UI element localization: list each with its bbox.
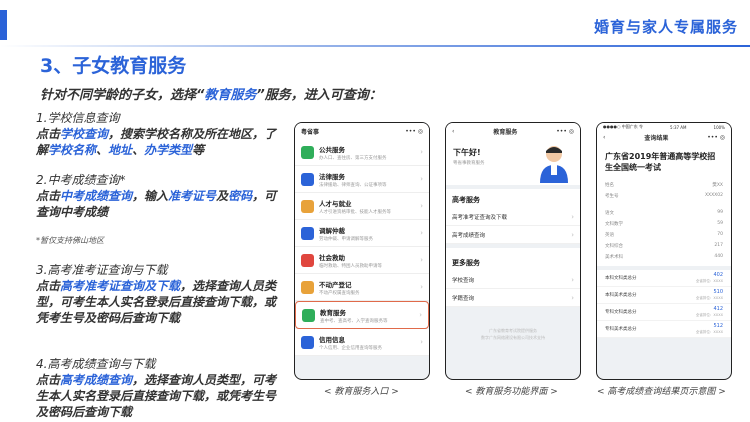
gaokao-section: 高考服务 高考准考证查询及下载 › 高考成绩查询 › <box>446 189 580 244</box>
caption-entry: < 教育服务入口 > <box>324 387 399 397</box>
service-item[interactable]: 不动产登记 不动产权属查询服务 › <box>295 274 429 301</box>
chevron-right-icon: › <box>420 256 423 264</box>
greeting-card: 下午好! 粤省事教育服务 <box>446 139 580 189</box>
more-icon[interactable]: ••• ◎ <box>707 134 725 141</box>
gaokao-score-link[interactable]: 高考成绩查询 › <box>446 226 580 244</box>
score-row: 英语 70 <box>597 229 731 240</box>
service-item[interactable]: 社会救助 临时救助、特困人员救助申请等 › <box>295 247 429 274</box>
total-score-row: 专科文科类总分 412 全省排位：XXXX <box>597 304 731 321</box>
score-details: 姓名 樊XX 考生号 XXXX02 语文 99 文科数学 59 英语 70 文科综合 217 美术术科 4… <box>597 179 731 266</box>
status-bar: ●●●●○ 中国广东 令 5:37 AM 100% <box>597 123 731 131</box>
avatar-illustration-icon <box>540 146 568 183</box>
score-row: 姓名 樊XX <box>597 179 731 190</box>
service-item[interactable]: 人才与就业 人才引进资格审批、技能人才服务等 › <box>295 193 429 220</box>
student-record-link[interactable]: 学籍查询 › <box>446 289 580 307</box>
gaokao-ticket-link[interactable]: 高考准考证查询及下载 › <box>446 208 580 226</box>
note-foshan: *暂仅支持佛山地区 <box>36 236 104 245</box>
header-accent-bar <box>0 10 7 40</box>
phone-education-services: ‹ 教育服务 ••• ◎ 下午好! 粤省事教育服务 高考服务 高考准考证查询及下… <box>445 122 581 380</box>
service-icon <box>301 172 314 186</box>
chevron-right-icon: › <box>420 202 423 210</box>
chevron-right-icon: › <box>571 275 574 284</box>
chevron-right-icon: › <box>419 311 422 319</box>
block-title: 3.高考准考证查询与下载 <box>36 263 168 277</box>
chevron-right-icon: › <box>420 148 423 156</box>
block-title: 4.高考成绩查询与下载 <box>36 357 156 371</box>
score-row: 美术术科 440 <box>597 251 731 262</box>
service-icon <box>301 199 314 213</box>
app-titlebar: 粤省事 ••• ◎ <box>295 123 429 139</box>
back-icon[interactable]: ‹ <box>452 128 454 135</box>
caption-result: < 高考成绩查询结果页示意图 > <box>597 387 726 397</box>
service-icon <box>301 280 314 294</box>
phone-education-entry: 粤省事 ••• ◎ 公共服务 办人口、查住房、第三方支付服务 › 法律服务 法律援助、律… <box>294 122 430 380</box>
service-list: 公共服务 办人口、查住房、第三方支付服务 › 法律服务 法律援助、律师查询、公证事项等 ›… <box>295 139 429 356</box>
chevron-right-icon: › <box>420 175 423 183</box>
header-title: 婚育与家人专属服务 <box>593 18 738 36</box>
chevron-right-icon: › <box>571 230 574 239</box>
service-item[interactable]: 教育服务 查中考、查高考、入学查询服务等 › <box>295 301 429 329</box>
block-title: 2.中考成绩查询* <box>36 173 126 187</box>
nav-bar: ‹ 查询结果 ••• ◎ <box>597 131 731 143</box>
total-score-row: 专科美术类总分 512 全省排位：XXXX <box>597 321 731 338</box>
service-item[interactable]: 法律服务 法律援助、律师查询、公证事项等 › <box>295 166 429 193</box>
total-score-row: 本科美术类总分 510 全省排位：XXXX <box>597 287 731 304</box>
block-school-info: 1.学校信息查询 点击学校查询，搜索学校名称及所在地区，了解学校名称、地址、办学… <box>36 110 284 158</box>
service-icon <box>302 308 315 322</box>
service-item[interactable]: 公共服务 办人口、查住房、第三方支付服务 › <box>295 139 429 166</box>
chevron-right-icon: › <box>571 212 574 221</box>
more-icon[interactable]: ••• ◎ <box>405 128 423 135</box>
more-icon[interactable]: ••• ◎ <box>556 128 574 135</box>
block-zhongkao: 2.中考成绩查询* 点击中考成绩查询，输入准考证号及密码，可查询中考成绩 <box>36 172 284 220</box>
service-icon <box>301 226 314 240</box>
back-icon[interactable]: ‹ <box>603 134 605 141</box>
service-icon <box>301 253 314 267</box>
chevron-right-icon: › <box>420 229 423 237</box>
more-section: 更多服务 学校查询 › 学籍查询 › <box>446 248 580 307</box>
footer-credits: 广东省教育考试院提供服务 数字广东网络建设有限公司技术支持 <box>481 328 545 340</box>
service-item[interactable]: 信用信息 个人信用、企业信用查询等服务 › <box>295 329 429 356</box>
total-score-row: 本科文科类总分 402 全省排位：XXXX <box>597 270 731 287</box>
score-row: 文科数学 59 <box>597 218 731 229</box>
chevron-right-icon: › <box>420 338 423 346</box>
school-query-link[interactable]: 学校查询 › <box>446 271 580 289</box>
block-gaokao-ticket: 3.高考准考证查询与下载 点击高考准考证查询及下载，选择查询人员类型，可考生本人… <box>36 262 284 326</box>
score-row: 考生号 XXXX02 <box>597 190 731 201</box>
chevron-right-icon: › <box>420 283 423 291</box>
result-title: 广东省2019年普通高等学校招生全国统一考试 <box>597 143 731 179</box>
intro-text: 针对不同学龄的子女，选择“教育服务”服务，进入可查询： <box>40 88 382 103</box>
service-item[interactable]: 调解仲裁 劳动仲裁、申请调解等服务 › <box>295 220 429 247</box>
service-icon <box>301 145 314 159</box>
nav-bar: ‹ 教育服务 ••• ◎ <box>446 123 580 139</box>
caption-services: < 教育服务功能界面 > <box>465 387 558 397</box>
score-row: 文科综合 217 <box>597 240 731 251</box>
block-gaokao-score: 4.高考成绩查询与下载 点击高考成绩查询，选择查询人员类型，可考生本人实名登录后… <box>36 356 284 420</box>
total-scores: 本科文科类总分 402 全省排位：XXXX 本科美术类总分 510 全省排位：XXXX 专科… <box>597 270 731 338</box>
service-icon <box>301 335 314 349</box>
score-row: 语文 99 <box>597 207 731 218</box>
chevron-right-icon: › <box>571 293 574 302</box>
block-title: 1.学校信息查询 <box>36 111 120 125</box>
header-divider <box>0 45 750 47</box>
phone-gaokao-result: ●●●●○ 中国广东 令 5:37 AM 100% ‹ 查询结果 ••• ◎ 广东省… <box>596 122 732 380</box>
section-title: 3、子女教育服务 <box>40 55 187 77</box>
